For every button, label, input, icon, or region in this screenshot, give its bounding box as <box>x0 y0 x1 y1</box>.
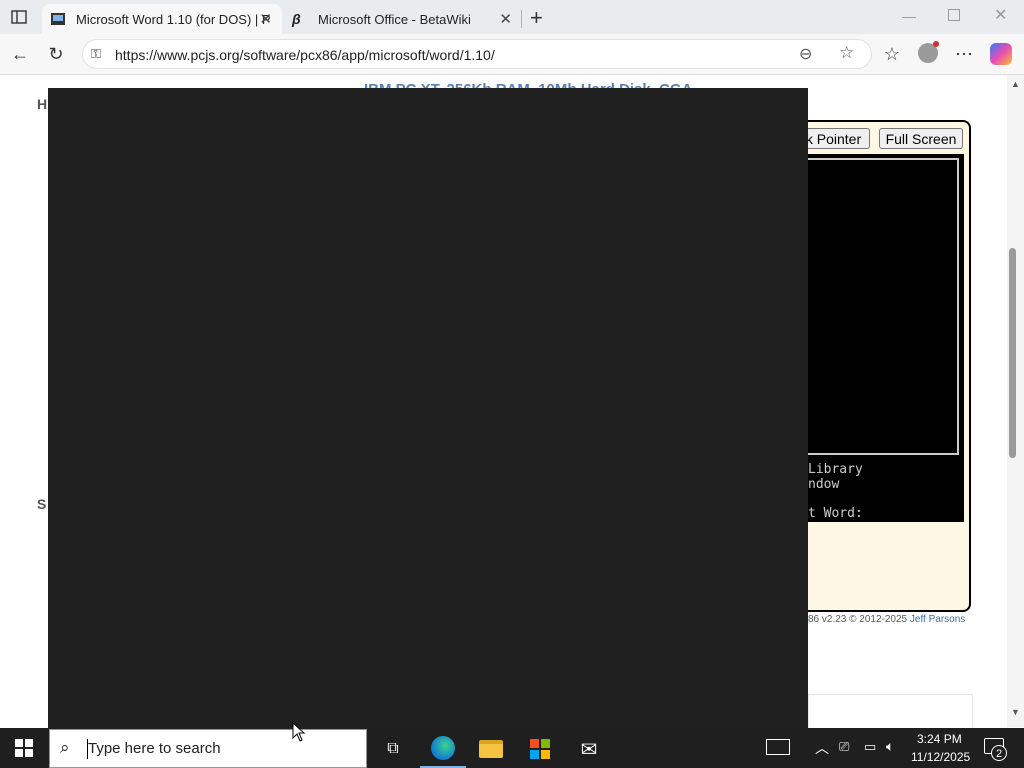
notification-dot <box>933 41 939 47</box>
start-button[interactable] <box>0 728 48 768</box>
clock-time[interactable]: 3:24 PM <box>917 732 962 746</box>
clock-date[interactable]: 11/12/2025 <box>911 750 970 764</box>
left-fragment-h: H <box>37 96 48 112</box>
text-cursor <box>87 739 88 759</box>
favorite-star-icon[interactable]: ☆ <box>839 43 854 63</box>
edge-icon[interactable] <box>420 730 466 768</box>
url-text: https://www.pcjs.org/software/pcx86/app/… <box>115 47 495 63</box>
tab-divider <box>521 10 522 28</box>
search-icon: ⌕ <box>60 738 70 757</box>
minimize-icon[interactable]: — <box>902 8 916 24</box>
windows-logo-icon <box>15 739 33 757</box>
tab-word[interactable]: Microsoft Word 1.10 (for DOS) | P ✕ <box>42 4 282 34</box>
tab-strip: Microsoft Word 1.10 (for DOS) | P ✕ β Mi… <box>0 0 1024 34</box>
more-menu-icon[interactable]: ⋯ <box>952 42 976 66</box>
address-bar[interactable]: ⚿ https://www.pcjs.org/software/pcx86/ap… <box>82 39 872 69</box>
refresh-icon[interactable]: ↻ <box>44 42 68 66</box>
scroll-down-icon[interactable]: ▼ <box>1011 707 1020 717</box>
dark-overlay-window[interactable] <box>48 88 808 728</box>
show-hidden-icons[interactable]: ︿ <box>815 738 829 758</box>
mouse-cursor <box>292 721 306 747</box>
favorites-icon[interactable]: ☆ <box>880 42 904 66</box>
site-info-icon[interactable]: ⚿ <box>91 46 101 62</box>
meet-now-icon[interactable]: ⎚ <box>839 739 849 755</box>
author-link[interactable]: Jeff Parsons <box>910 614 965 625</box>
dos-text-line: ndow <box>808 477 840 492</box>
back-icon[interactable]: ← <box>8 42 32 66</box>
file-explorer-icon[interactable] <box>468 730 514 768</box>
tab-title: Microsoft Office - BetaWiki <box>318 11 471 27</box>
search-placeholder: Type here to search <box>88 740 221 757</box>
volume-icon[interactable]: 🔈︎ <box>886 738 894 755</box>
notification-count-badge: 2 <box>991 745 1007 761</box>
dos-window-border <box>796 158 959 455</box>
dos-text-line: t Word: <box>808 506 863 521</box>
copilot-icon[interactable] <box>990 43 1012 65</box>
pcjs-favicon-icon <box>50 11 66 27</box>
footer-version: 86 v2.23 © 2012-2025 <box>808 614 910 625</box>
close-window-icon[interactable]: ✕ <box>994 5 1007 25</box>
restore-icon[interactable] <box>948 9 960 21</box>
full-screen-button[interactable]: Full Screen <box>879 128 963 149</box>
network-icon[interactable]: ▭ <box>864 739 876 755</box>
tab-actions-icon[interactable] <box>10 8 28 26</box>
scroll-up-icon[interactable]: ▲ <box>1011 79 1020 89</box>
scrollbar-thumb[interactable] <box>1009 248 1016 458</box>
new-tab-icon[interactable]: + <box>530 5 543 31</box>
page-bottom-box <box>808 694 973 729</box>
reading-mode-icon[interactable]: ⊖ <box>799 44 812 64</box>
betawiki-favicon-icon: β <box>292 11 301 27</box>
tab-betawiki[interactable]: β Microsoft Office - BetaWiki ✕ <box>284 4 522 34</box>
tab-close-icon[interactable]: ✕ <box>499 10 512 28</box>
footer-credit: 86 v2.23 © 2012-2025 Jeff Parsons <box>808 614 965 625</box>
keyboard-icon[interactable] <box>766 739 790 755</box>
mail-icon[interactable]: ✉ <box>566 730 612 768</box>
task-view-icon[interactable]: ⧉ <box>370 730 416 768</box>
store-icon[interactable] <box>517 730 563 768</box>
taskbar-search-box[interactable]: ⌕ Type here to search <box>49 729 367 768</box>
browser-toolbar: ← ↻ ⚿ https://www.pcjs.org/software/pcx8… <box>0 34 1024 75</box>
tab-title: Microsoft Word 1.10 (for DOS) | P <box>76 11 271 27</box>
profile-avatar[interactable] <box>918 41 939 63</box>
left-fragment-s: S <box>37 496 47 512</box>
dos-text-line: Library <box>808 462 863 477</box>
tab-close-icon[interactable]: ✕ <box>259 10 272 28</box>
